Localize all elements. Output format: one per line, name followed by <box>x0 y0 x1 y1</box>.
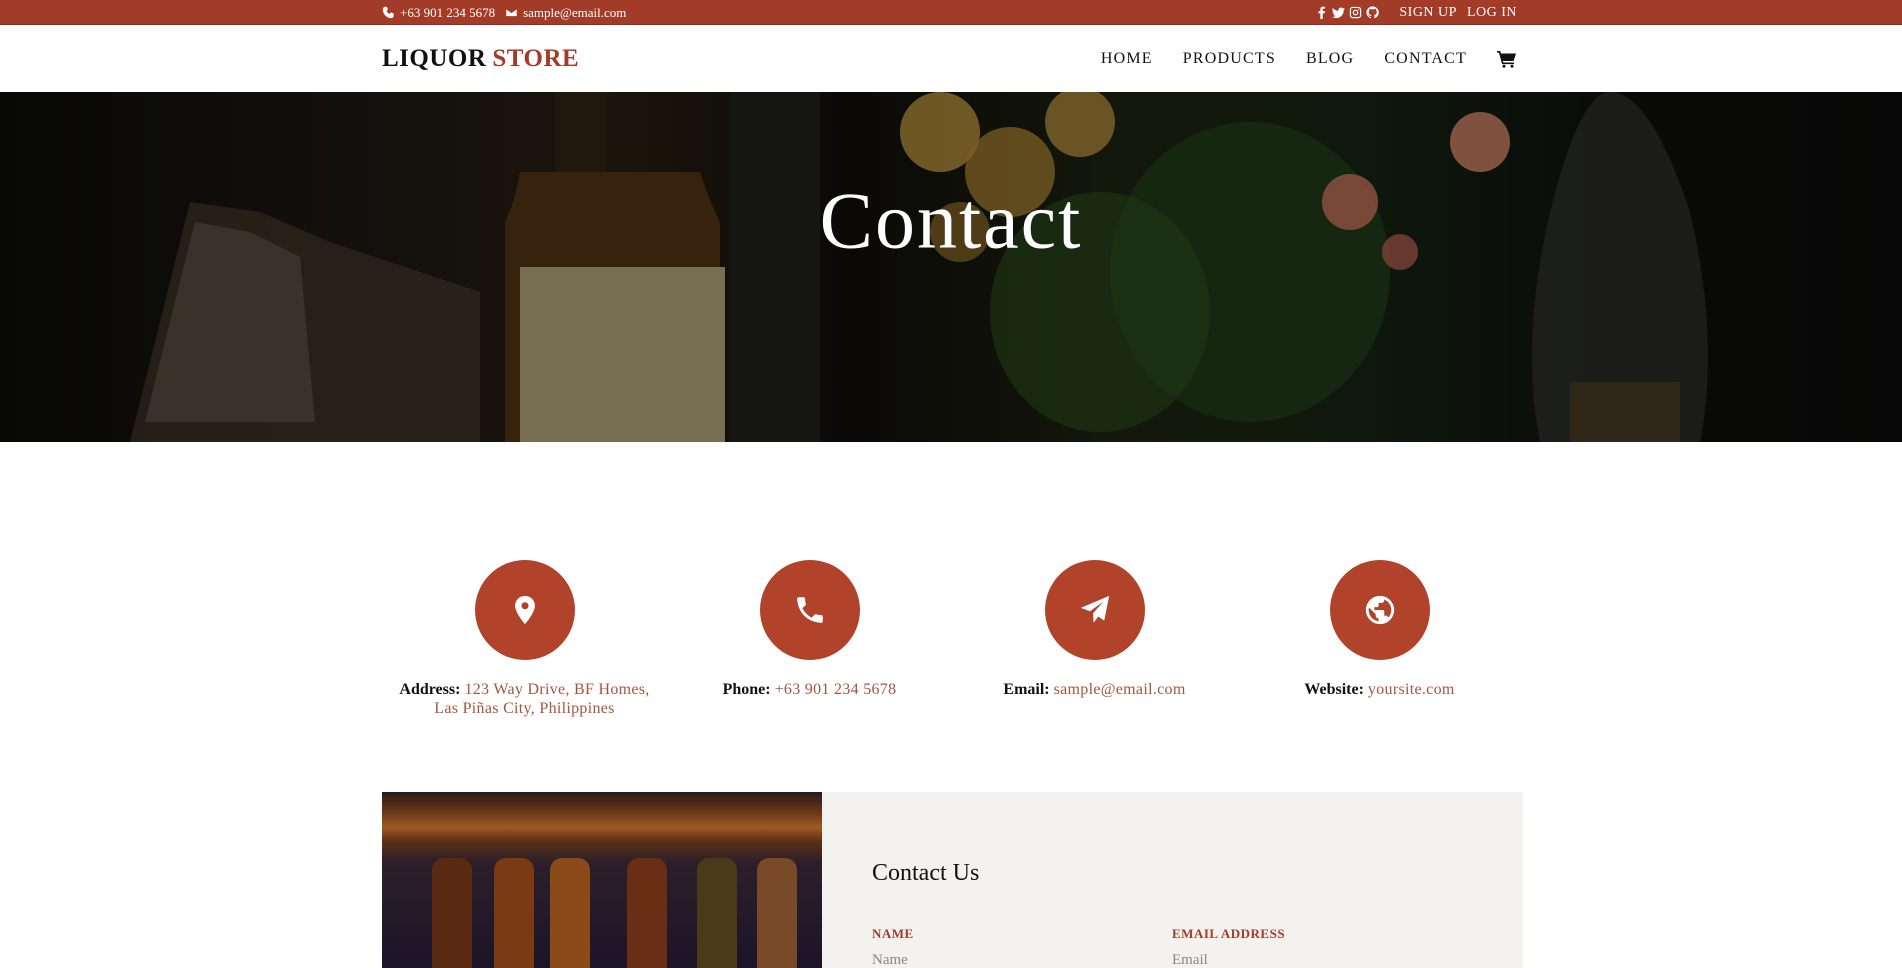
shopping-cart-icon[interactable] <box>1497 50 1517 68</box>
bottle <box>432 858 472 968</box>
instagram-icon[interactable] <box>1349 6 1362 19</box>
twitter-icon[interactable] <box>1332 6 1346 19</box>
top-email: sample@email.com <box>505 5 626 21</box>
name-input[interactable] <box>872 945 1112 968</box>
email-label: Email: <box>1003 681 1050 698</box>
top-phone-text: +63 901 234 5678 <box>400 4 496 20</box>
phone-value[interactable]: +63 901 234 5678 <box>775 681 897 698</box>
nav-item-contact[interactable]: CONTACT <box>1384 50 1467 68</box>
main-navbar: LIQUOR STORE HOME PRODUCTS BLOG CONTACT <box>0 26 1902 92</box>
website-label: Website: <box>1304 681 1364 698</box>
nav-item-products[interactable]: PRODUCTS <box>1183 50 1276 68</box>
bottle <box>627 858 667 968</box>
nav-item-home[interactable]: HOME <box>1101 50 1153 68</box>
info-address: Address: 123 Way Drive, BF Homes, Las Pi… <box>382 560 667 718</box>
bottles-image <box>382 792 822 968</box>
address-line-2: Las Piñas City, Philippines <box>434 700 615 717</box>
contact-info-section: Address: 123 Way Drive, BF Homes, Las Pi… <box>382 560 1523 720</box>
nav-item-blog[interactable]: BLOG <box>1306 50 1354 68</box>
site-logo[interactable]: LIQUOR STORE <box>382 45 579 73</box>
email-address-label: EMAIL ADDRESS <box>1172 926 1286 941</box>
bottle <box>757 858 797 968</box>
info-email: Email: sample@email.com <box>952 560 1237 699</box>
bottle <box>697 858 737 968</box>
top-bar: +63 901 234 5678 sample@email.com SIGN U… <box>0 0 1902 25</box>
signup-link[interactable]: SIGN UP <box>1399 5 1457 21</box>
facebook-icon[interactable] <box>1315 6 1328 19</box>
website-icon-circle <box>1329 560 1430 660</box>
email-input[interactable] <box>1172 945 1412 968</box>
info-website: Website: yoursite.com <box>1237 560 1522 699</box>
envelope-icon <box>505 6 518 19</box>
login-link[interactable]: LOG IN <box>1467 5 1517 21</box>
github-icon[interactable] <box>1366 6 1380 19</box>
contact-form-panel: Contact Us NAME EMAIL ADDRESS <box>822 792 1523 968</box>
globe-icon <box>1365 595 1394 625</box>
address-line-1: 123 Way Drive, BF Homes, <box>464 681 650 698</box>
address-label: Address: <box>399 681 461 698</box>
email-value[interactable]: sample@email.com <box>1054 681 1186 698</box>
phone-icon-circle <box>759 560 860 660</box>
name-label: NAME <box>872 926 914 941</box>
phone-label: Phone: <box>722 681 771 698</box>
bottle <box>494 858 534 968</box>
top-phone: +63 901 234 5678 <box>382 5 495 21</box>
hero-banner: Contact <box>0 92 1902 442</box>
map-pin-icon <box>514 595 535 625</box>
paper-plane-icon <box>1080 595 1109 623</box>
website-value[interactable]: yoursite.com <box>1368 681 1455 698</box>
phone-icon <box>796 597 823 623</box>
phone-icon <box>382 6 395 19</box>
contact-form-title: Contact Us <box>872 860 980 886</box>
nav-menu: HOME PRODUCTS BLOG CONTACT <box>1101 50 1517 68</box>
logo-word-2: STORE <box>492 45 580 72</box>
logo-word-1: LIQUOR <box>382 45 487 72</box>
contact-form-section: Contact Us NAME EMAIL ADDRESS <box>382 792 1523 968</box>
email-icon-circle <box>1044 560 1145 660</box>
address-icon-circle <box>474 560 575 660</box>
info-phone: Phone: +63 901 234 5678 <box>667 560 952 699</box>
bottle <box>550 858 590 968</box>
top-email-text: sample@email.com <box>523 4 627 20</box>
hero-title: Contact <box>819 177 1083 266</box>
